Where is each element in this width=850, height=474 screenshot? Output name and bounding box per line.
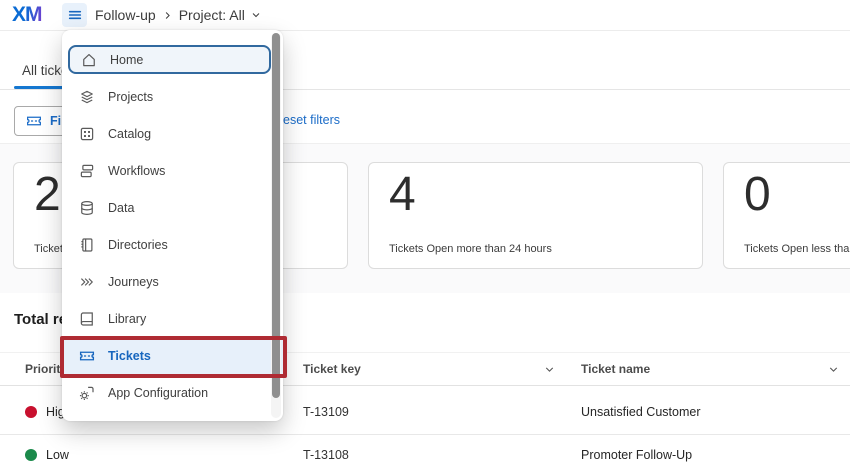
menu-item-label: Workflows	[108, 164, 165, 178]
reset-filters-link[interactable]: Reset filters	[274, 113, 340, 127]
breadcrumb-section[interactable]: Follow-up	[95, 7, 156, 23]
menu-item-label: Home	[110, 53, 143, 67]
ticket-key-cell: T-13109	[303, 405, 349, 419]
menu-item-workflows[interactable]: Workflows	[62, 152, 283, 189]
card-label: Tickets Open less than 24 hours	[744, 243, 850, 255]
catalog-icon	[78, 125, 96, 143]
menu-item-projects[interactable]: Projects	[62, 78, 283, 115]
menu-item-label: Journeys	[108, 275, 159, 289]
hamburger-icon	[67, 7, 83, 23]
menu-item-label: Catalog	[108, 127, 151, 141]
top-bar: XM Follow-up Project: All	[0, 0, 850, 31]
ticket-name-cell: Promoter Follow-Up	[581, 448, 692, 462]
column-header-ticket-key: Ticket key	[303, 362, 361, 376]
library-icon	[78, 310, 96, 328]
ticket-key-cell: T-13108	[303, 448, 349, 462]
breadcrumb-project-label: Project: All	[179, 7, 245, 23]
data-icon	[78, 199, 96, 217]
journeys-icon	[78, 273, 96, 291]
menu-item-app-configuration[interactable]: App Configuration	[62, 374, 283, 411]
projects-icon	[78, 88, 96, 106]
menu-item-journeys[interactable]: Journeys	[62, 263, 283, 300]
card-value: 4	[389, 171, 416, 219]
menu-item-label: Library	[108, 312, 146, 326]
app-configuration-icon	[78, 384, 96, 402]
workflows-icon	[78, 162, 96, 180]
menu-item-label: Data	[108, 201, 134, 215]
breadcrumb-project-dropdown[interactable]: Project: All	[179, 7, 262, 23]
chevron-right-icon	[162, 10, 173, 21]
table-row[interactable]: Low T-13108 Promoter Follow-Up	[0, 435, 850, 474]
menu-item-directories[interactable]: Directories	[62, 226, 283, 263]
ticket-icon	[25, 112, 43, 130]
xm-logo: XM	[12, 3, 42, 27]
menu-item-data[interactable]: Data	[62, 189, 283, 226]
card-value: 0	[744, 171, 771, 219]
card-label: Tickets Open more than 24 hours	[389, 243, 552, 255]
column-header-ticket-name: Ticket name	[581, 362, 650, 376]
chevron-down-icon[interactable]	[543, 363, 556, 376]
hamburger-menu-button[interactable]	[62, 3, 87, 27]
priority-cell: Low	[46, 448, 69, 462]
priority-dot	[25, 406, 37, 418]
menu-item-home[interactable]: Home	[68, 45, 271, 74]
breadcrumb: Follow-up Project: All	[95, 0, 262, 30]
chevron-down-icon[interactable]	[827, 363, 840, 376]
menu-item-label: Projects	[108, 90, 153, 104]
ticket-name-cell: Unsatisfied Customer	[581, 405, 701, 419]
app-window: All tickets Filter Reset filters 21 Tick…	[0, 0, 850, 474]
home-icon	[80, 51, 98, 69]
menu-item-catalog[interactable]: Catalog	[62, 115, 283, 152]
directories-icon	[78, 236, 96, 254]
chevron-down-icon	[250, 9, 262, 21]
menu-item-label: Directories	[108, 238, 168, 252]
menu-item-label: App Configuration	[108, 386, 208, 400]
menu-item-library[interactable]: Library	[62, 300, 283, 337]
breadcrumb-section-label: Follow-up	[95, 7, 156, 23]
card-open-less-24h: 0 Tickets Open less than 24 hours	[723, 162, 850, 269]
priority-dot	[25, 449, 37, 461]
card-open-more-24h: 4 Tickets Open more than 24 hours	[368, 162, 703, 269]
annotation-red-box	[60, 336, 287, 378]
